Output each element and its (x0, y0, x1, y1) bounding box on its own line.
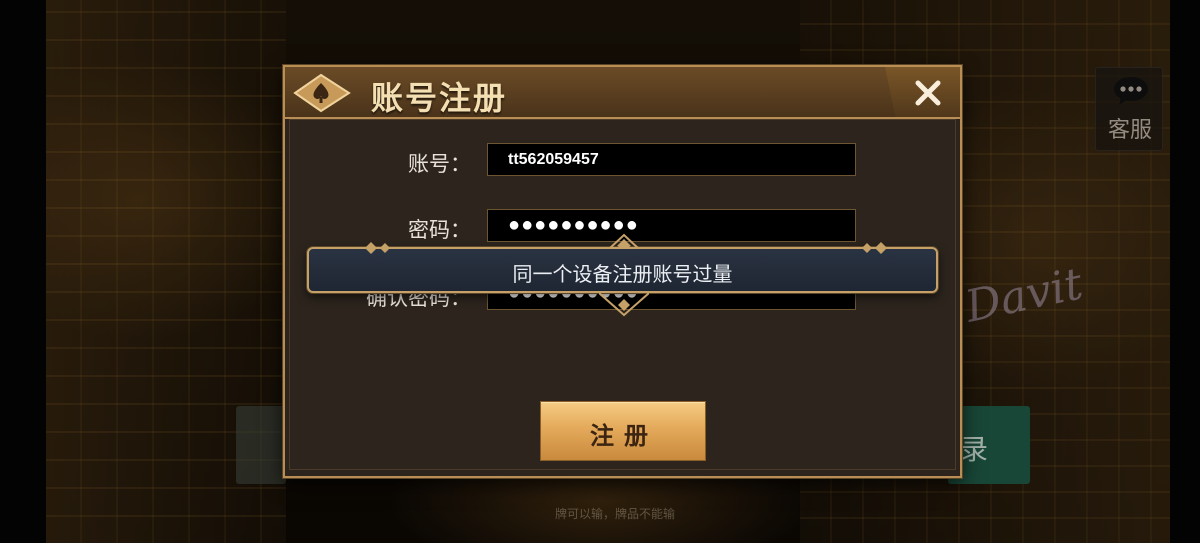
toast-right-gem-icon (862, 242, 887, 254)
password-label: 密码： (408, 218, 471, 242)
account-row: 账号： tt562059457 (285, 143, 960, 179)
spade-emblem-icon (293, 73, 351, 113)
register-button[interactable]: 注册 (540, 401, 706, 461)
toast-message: 同一个设备注册账号过量 (512, 262, 733, 286)
close-button[interactable] (885, 67, 960, 117)
toast-notification: 同一个设备注册账号过量 (307, 233, 938, 317)
toast-bottom-ornament (599, 293, 649, 317)
close-icon (915, 80, 941, 106)
account-input[interactable]: tt562059457 (487, 143, 856, 176)
dialog-title: 账号注册 (371, 79, 508, 117)
account-label: 账号： (408, 152, 471, 176)
dialog-header: 账号注册 (285, 67, 960, 119)
toast-top-ornament (539, 233, 709, 249)
toast-left-gem-icon (365, 242, 390, 254)
register-button-label: 注册 (590, 422, 658, 450)
